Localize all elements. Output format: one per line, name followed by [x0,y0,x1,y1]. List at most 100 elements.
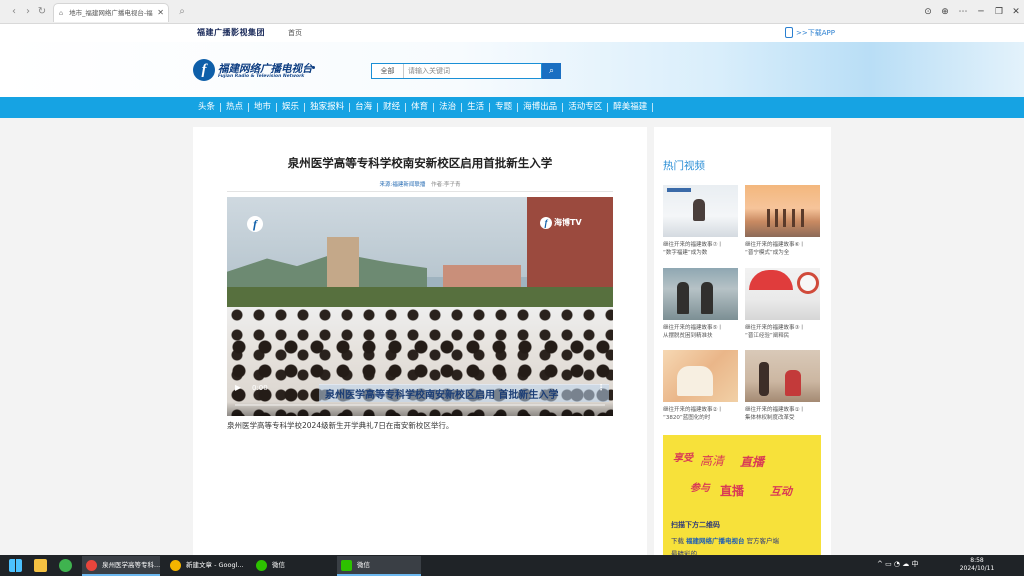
divider [227,191,613,192]
search-icon[interactable]: ⌕ [175,5,189,19]
video-thumbnail[interactable] [745,268,820,320]
taskbar-app-label: 微信 [272,561,285,569]
chrome-icon [170,560,181,571]
nav-item-headlines[interactable]: 头条 [193,103,222,112]
nav-item-exclusive[interactable]: 独家报料 [305,103,351,112]
video-thumbnail[interactable] [663,350,738,402]
video-title-line: 继往开来的福建故事⑥丨 [745,242,805,248]
minimize-icon[interactable]: ─ [974,5,988,19]
nav-item-sports[interactable]: 体育 [406,103,435,112]
page-icon: ⌂ [59,9,64,17]
video-watermark-logo-icon: f [247,216,263,232]
article-caption: 泉州医学高等专科学校2024级新生开学典礼7日在南安新校区举行。 [227,421,454,430]
haibo-logo-icon: f [540,217,552,229]
video-more-icon[interactable]: ⋮ [597,383,605,392]
promo-brand: 福建网络广播电视台 [686,537,745,545]
app-icon[interactable] [59,559,72,572]
video-title-line: 从摆脱贫困到精准扶 [663,333,713,339]
promo-text: 互动 [770,485,792,498]
video-title-line: 继往开来的福建故事③丨 [745,325,805,331]
close-tab-icon[interactable]: ✕ [157,4,164,22]
promo-text: 下载 福建网络广播电视台 官方客户端 [671,535,779,545]
video-title-link[interactable]: 继往开来的福建故事⑦丨 “数字福建”成为数 [663,241,743,257]
taskbar-app-browser[interactable]: 泉州医学高等专科... [82,556,160,576]
file-explorer-icon[interactable] [34,559,47,572]
restore-icon[interactable]: ❐ [992,5,1006,19]
taskbar-app-wechat[interactable]: 微信 [252,556,334,576]
video-title-line: “晋宁模式”成为全 [745,250,790,256]
promo-text: 直播 [740,455,765,469]
system-clock[interactable]: 8:58 2024/10/11 [956,557,998,573]
taskbar-app-wechat[interactable]: 微信 [337,556,421,576]
promo-text: 下载 [671,537,684,545]
video-player[interactable]: f f 海博TV 泉州医学高等专科学校南安新校区启用 首批新生入学 ▶ 0:00… [227,197,613,416]
refresh-icon[interactable]: ↻ [35,5,49,19]
nav-item-taiwan[interactable]: 台海 [350,103,379,112]
promo-text: 高清 [700,454,725,468]
wechat-icon [341,560,352,571]
video-channel-label: 海博TV [554,218,582,227]
video-thumbnail[interactable] [663,185,738,237]
video-time: 0:00 [252,384,268,392]
video-title-link[interactable]: 继往开来的福建故事①丨 集体林权制度改革受 [745,406,825,422]
magnifier-icon: ⌕ [548,66,555,76]
video-thumbnail[interactable] [745,350,820,402]
clock-date: 2024/10/11 [959,565,995,572]
site-logo-english: Fujian Radio & Television Network [218,74,305,79]
search-scope-select[interactable]: 全部 [372,64,404,78]
group-brand[interactable]: 福建广播影视集团 [197,27,265,38]
wechat-icon [256,560,267,571]
nav-item-cities[interactable]: 地市 [249,103,278,112]
main-nav: 头条 热点 地市 娱乐 独家报料 台海 财经 体育 法治 生活 专题 海博出品 … [193,97,654,118]
nav-item-haibo[interactable]: 海博出品 [518,103,564,112]
video-title-line: 继往开来的福建故事⑤丨 [663,325,723,331]
nav-item-law[interactable]: 法治 [434,103,463,112]
forward-icon[interactable]: › [21,5,35,19]
video-title-link[interactable]: 继往开来的福建故事③丨 “晋江经验”阐释民 [745,324,825,340]
tab-title: 地市_福建网络广播电视台-福 [69,9,153,17]
nav-item-events[interactable]: 活动专区 [563,103,609,112]
nav-item-topics[interactable]: 专题 [490,103,519,112]
play-icon[interactable]: ▶ [235,383,241,392]
video-title-line: 集体林权制度改革受 [745,415,795,421]
nav-item-life[interactable]: 生活 [462,103,491,112]
promo-text: 参与 [690,483,710,494]
globe-icon[interactable]: ⊕ [938,5,952,19]
video-title-link[interactable]: 继往开来的福建故事⑥丨 “晋宁模式”成为全 [745,241,825,257]
video-title-line: 继往开来的福建故事②丨 [663,407,723,413]
home-link[interactable]: 首页 [288,28,302,38]
video-thumbnail[interactable] [663,268,738,320]
search-input[interactable] [406,64,541,78]
more-icon[interactable]: ⋯ [956,5,970,19]
taskbar-app-editor[interactable]: 新建文章 - Googl... [166,556,248,576]
article-source[interactable]: 来源:福建新闻联播 [380,182,426,188]
video-title-line: 继往开来的福建故事⑦丨 [663,242,723,248]
browser-tab[interactable]: ⌂ 地市_福建网络广播电视台-福 ✕ [53,3,169,22]
video-title-line: “晋江经验”阐释民 [745,333,790,339]
search-button[interactable]: ⌕ [542,63,561,79]
video-progress-bar[interactable] [235,404,605,406]
article-meta: 来源:福建新闻联播 作者:李子青 [193,180,647,188]
nav-item-finance[interactable]: 财经 [378,103,407,112]
video-thumbnail[interactable] [745,185,820,237]
video-title-link[interactable]: 继往开来的福建故事②丨 “3820”蓝图化的时 [663,406,743,422]
windows-start-icon[interactable] [9,559,22,572]
back-icon[interactable]: ‹ [7,5,21,19]
taskbar-app-label: 微信 [357,561,370,569]
system-tray[interactable]: ^ ▭ ◔ ☁ 中 [877,559,919,569]
downloads-icon[interactable]: ⊙ [921,5,935,19]
article-title: 泉州医学高等专科学校南安新校区启用首批新生入学 [287,156,553,170]
chrome-icon [86,560,97,571]
video-title-link[interactable]: 继往开来的福建故事⑤丨 从摆脱贫困到精准扶 [663,324,743,340]
promo-text: 扫描下方二维码 [671,521,720,529]
phone-icon[interactable] [785,27,793,38]
nav-item-entertainment[interactable]: 娱乐 [277,103,306,112]
promo-text: 享受 [673,453,693,464]
nav-item-hot[interactable]: 热点 [221,103,250,112]
video-caption-text: 泉州医学高等专科学校南安新校区启用 首批新生入学 [325,390,559,401]
close-icon[interactable]: ✕ [1009,5,1023,19]
taskbar-app-label: 新建文章 - Googl... [186,561,244,569]
download-app-link[interactable]: >>下载APP [796,28,835,38]
nav-item-fujian[interactable]: 醉美福建 [608,103,654,112]
site-logo-icon[interactable]: f [193,59,215,81]
